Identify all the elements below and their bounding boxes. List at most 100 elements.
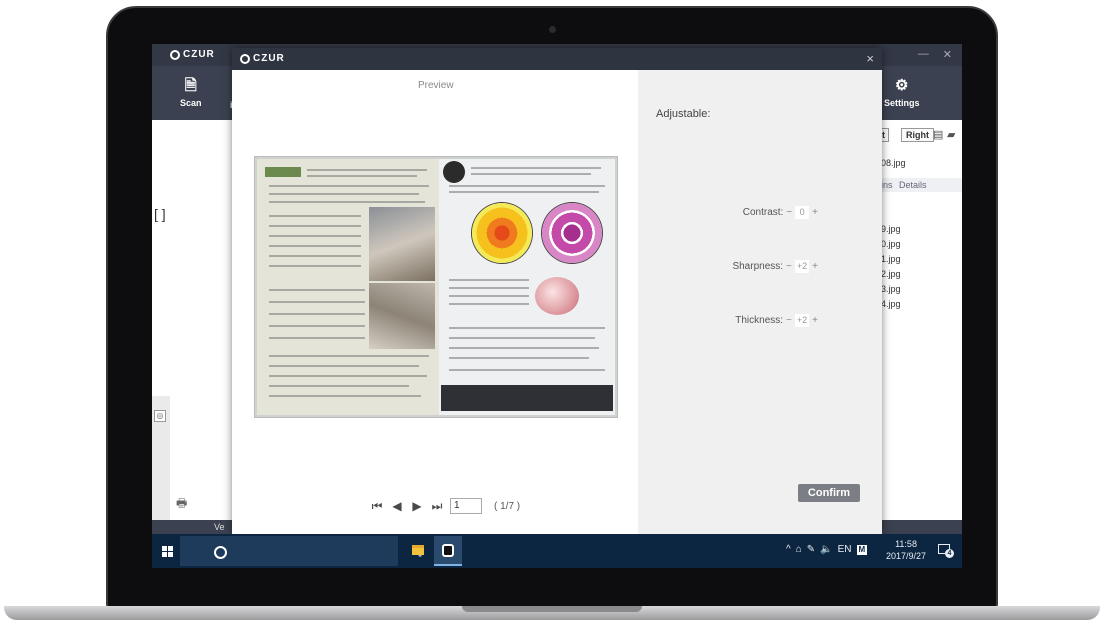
window-controls: — ✕ bbox=[918, 48, 952, 61]
dialog-brand-text: CZUR bbox=[253, 53, 285, 64]
file-item[interactable]: 4.jpg bbox=[881, 299, 901, 309]
text-line bbox=[449, 279, 529, 281]
first-page-icon[interactable]: ⏮ bbox=[370, 499, 384, 514]
czur-logo-icon bbox=[170, 49, 180, 60]
file-item[interactable]: 2.jpg bbox=[881, 269, 901, 279]
settings-label: Settings bbox=[884, 98, 920, 108]
background-left-panel: [ ] ◎ 🖶 bbox=[152, 120, 234, 568]
clock-time: 11:58 bbox=[895, 539, 917, 549]
text-line bbox=[449, 347, 599, 349]
windows-start-icon[interactable] bbox=[162, 546, 173, 557]
ime-indicator[interactable]: M bbox=[856, 544, 868, 555]
volume-icon[interactable]: 🔈 bbox=[820, 544, 832, 555]
culture-diagram-purple bbox=[542, 203, 602, 263]
contrast-control: Contrast: − 0 + bbox=[638, 206, 818, 219]
file-item[interactable]: 0.jpg bbox=[881, 239, 901, 249]
text-line bbox=[449, 327, 605, 329]
text-line bbox=[269, 313, 365, 315]
text-line bbox=[269, 265, 361, 267]
chevron-up-icon[interactable]: ^ bbox=[786, 544, 791, 555]
laptop-notch bbox=[462, 606, 642, 612]
pen-icon[interactable]: ✎ bbox=[807, 544, 815, 555]
crop-bracket-icon[interactable]: [ ] bbox=[154, 206, 166, 222]
background-brand-text: CZUR bbox=[183, 49, 215, 60]
text-line bbox=[269, 385, 409, 387]
settings-button[interactable]: ⚙ Settings bbox=[884, 77, 920, 109]
right-view-button[interactable]: Right bbox=[901, 128, 934, 142]
thickness-label: Thickness: bbox=[735, 315, 784, 326]
thickness-decrease-button[interactable]: − bbox=[786, 315, 792, 326]
page-number-input[interactable]: 1 bbox=[450, 498, 482, 514]
contrast-label: Contrast: bbox=[742, 207, 784, 218]
text-line bbox=[449, 357, 589, 359]
preview-label: Preview bbox=[418, 80, 454, 91]
clock-date: 2017/9/27 bbox=[886, 551, 927, 561]
taskbar-clock[interactable]: 11:58 2017/9/27 bbox=[886, 538, 926, 562]
network-icon[interactable]: ⌂ bbox=[796, 544, 802, 555]
text-line bbox=[449, 303, 529, 305]
text-line bbox=[269, 235, 361, 237]
text-line bbox=[449, 191, 599, 193]
confirm-button[interactable]: Confirm bbox=[798, 484, 860, 502]
cortana-icon[interactable] bbox=[214, 546, 227, 559]
small-option-icon[interactable]: ◎ bbox=[154, 410, 166, 422]
text-line bbox=[269, 355, 429, 357]
file-item[interactable]: 9.jpg bbox=[881, 224, 901, 234]
preview-dialog: CZUR × Preview ⏮ ◀ ▶ ⏭ 1 (1/7) Adjusta… bbox=[232, 48, 882, 534]
sharpness-decrease-button[interactable]: − bbox=[786, 261, 792, 272]
page-photo bbox=[369, 283, 435, 349]
file-header-details[interactable]: Details bbox=[899, 180, 927, 190]
taskbar-search-box[interactable]: 🎙 bbox=[180, 536, 426, 566]
page-badge bbox=[443, 161, 465, 183]
text-line bbox=[269, 185, 429, 187]
sharpness-control: Sharpness: − +2 + bbox=[638, 260, 818, 273]
sharpness-value[interactable]: +2 bbox=[794, 260, 810, 273]
file-explorer-taskbar-button[interactable] bbox=[404, 536, 432, 566]
minimize-icon[interactable]: — bbox=[918, 48, 929, 61]
file-item[interactable]: 1.jpg bbox=[881, 254, 901, 264]
sharpness-increase-button[interactable]: + bbox=[812, 261, 818, 272]
scanned-book-image[interactable] bbox=[254, 156, 618, 418]
contrast-decrease-button[interactable]: − bbox=[786, 207, 792, 218]
previous-page-icon[interactable]: ◀ bbox=[390, 499, 404, 513]
notification-count: 4 bbox=[945, 549, 954, 558]
text-line bbox=[471, 173, 591, 175]
text-line bbox=[269, 289, 365, 291]
page-photo bbox=[369, 207, 435, 281]
webcam bbox=[549, 26, 556, 33]
next-page-icon[interactable]: ▶ bbox=[410, 499, 424, 513]
dialog-close-icon[interactable]: × bbox=[866, 51, 874, 66]
windows-taskbar: 🎙 ^ ⌂ ✎ 🔈 EN M 11:58 2017/9/27 4 bbox=[152, 534, 962, 568]
text-line bbox=[269, 395, 421, 397]
contrast-increase-button[interactable]: + bbox=[812, 207, 818, 218]
folder-list-icon[interactable]: ▤ bbox=[933, 128, 943, 141]
contrast-value[interactable]: 0 bbox=[795, 206, 810, 219]
text-line bbox=[449, 287, 529, 289]
thickness-increase-button[interactable]: + bbox=[812, 315, 818, 326]
notification-center-icon[interactable]: 4 bbox=[938, 544, 954, 558]
thickness-value[interactable]: +2 bbox=[794, 314, 810, 327]
text-line bbox=[269, 375, 427, 377]
text-line bbox=[269, 225, 361, 227]
close-window-icon[interactable]: ✕ bbox=[943, 48, 952, 61]
gear-icon: ⚙ bbox=[895, 77, 909, 94]
scan-label: Scan bbox=[180, 98, 202, 108]
printer-icon[interactable]: 🖶 bbox=[176, 494, 187, 515]
czur-taskbar-button[interactable] bbox=[434, 536, 462, 566]
text-line bbox=[269, 365, 419, 367]
scan-icon: 🗎 bbox=[184, 77, 197, 94]
last-page-icon[interactable]: ⏭ bbox=[430, 499, 444, 514]
adjustable-title: Adjustable: bbox=[656, 108, 711, 120]
text-line bbox=[269, 337, 365, 339]
laptop-mockup: CZUR — ✕ 🗎 Scan i ⚙ Settings [ ] ◎ bbox=[0, 0, 1104, 632]
text-line bbox=[269, 301, 365, 303]
culture-diagram-yellow bbox=[472, 203, 532, 263]
file-item[interactable]: 3.jpg bbox=[881, 284, 901, 294]
page-navigation: ⏮ ◀ ▶ ⏭ 1 ( 1/7 ) bbox=[370, 498, 520, 514]
czur-logo-icon bbox=[240, 53, 250, 64]
open-folder-icon[interactable]: ▰ bbox=[947, 128, 955, 141]
language-indicator[interactable]: EN bbox=[838, 544, 852, 555]
text-line bbox=[449, 295, 529, 297]
scan-button[interactable]: 🗎 Scan bbox=[180, 77, 202, 109]
file-item-top[interactable]: 08.jpg bbox=[881, 158, 906, 168]
